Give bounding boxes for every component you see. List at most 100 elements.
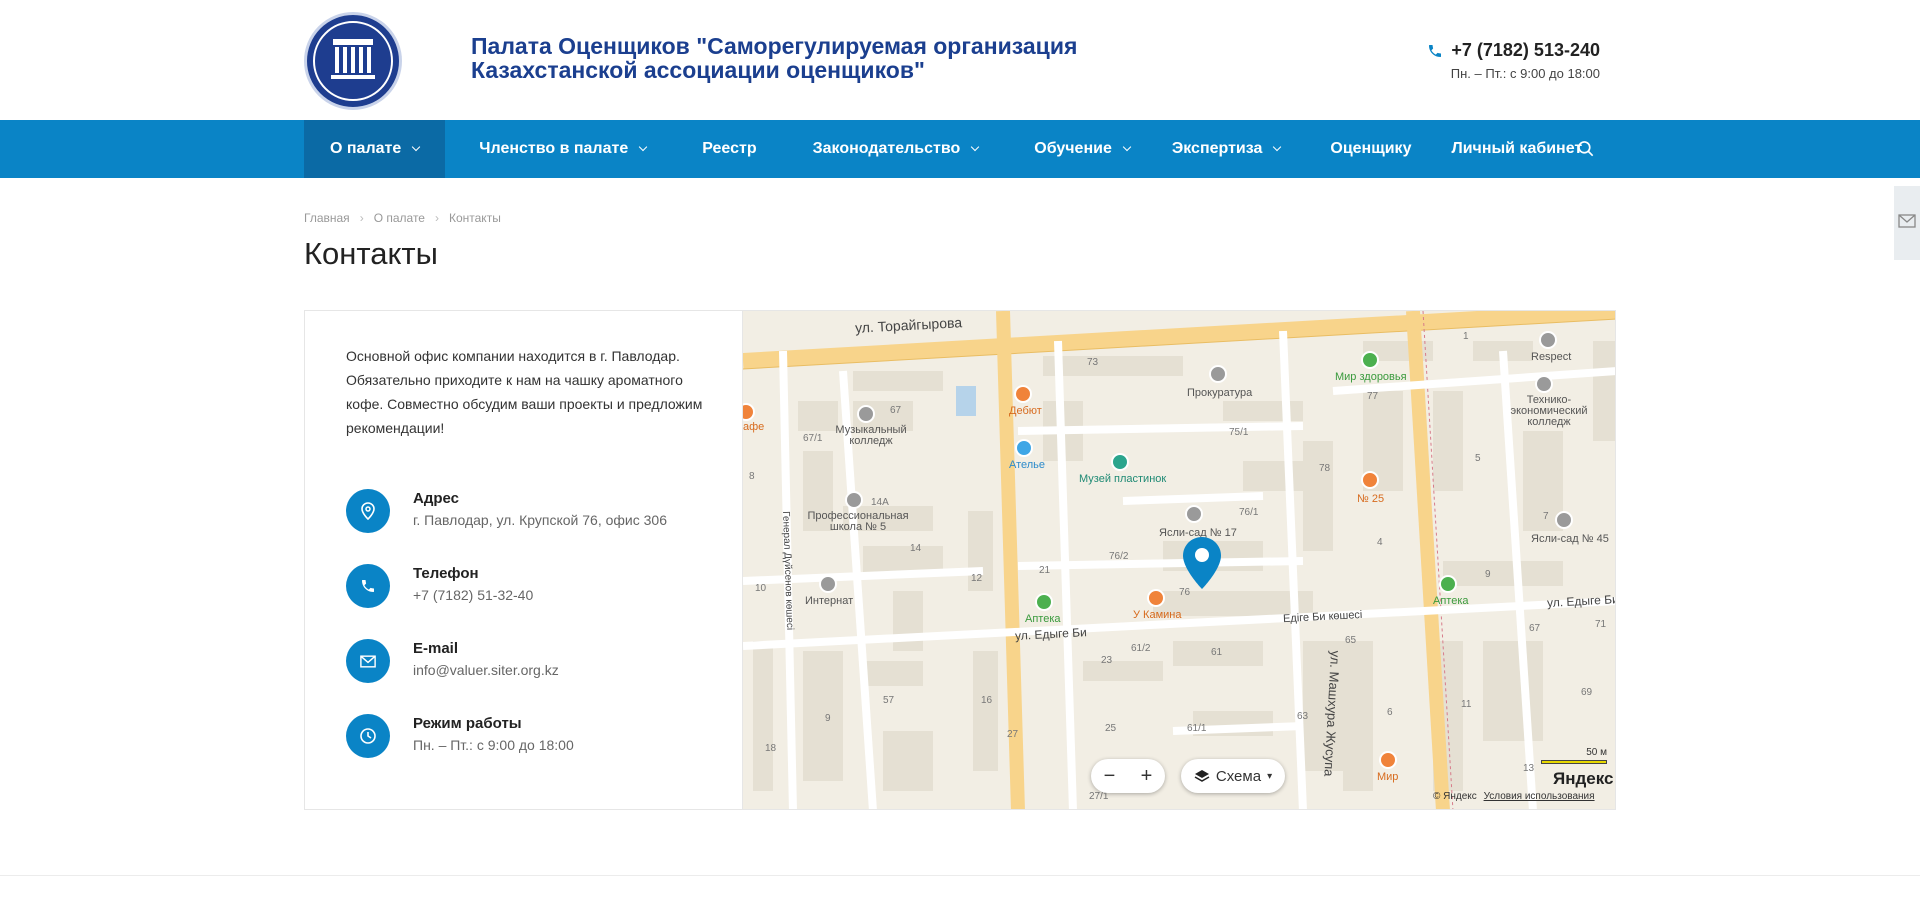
- house-number: 67: [1529, 623, 1541, 634]
- contact-panel: Основной офис компании находится в г. Па…: [304, 310, 744, 810]
- map-layer-label: Схема: [1215, 767, 1262, 785]
- nav-label: Реестр: [702, 140, 757, 157]
- briefcase-icon[interactable]: [1539, 331, 1557, 349]
- kindergarten-icon[interactable]: [1185, 505, 1203, 523]
- header-phone[interactable]: +7 (7182) 513-240: [1451, 40, 1600, 61]
- house-number: 65: [1345, 635, 1357, 646]
- nav-item-for-appraiser[interactable]: Оценщику: [1300, 120, 1431, 178]
- phone-label: Телефон: [413, 565, 479, 582]
- house-number: 76/1: [1239, 507, 1259, 518]
- house-number: 71: [1595, 619, 1607, 630]
- hours-label: Режим работы: [413, 715, 522, 732]
- header-hours: Пн. – Пт.: с 9:00 до 18:00: [1450, 66, 1600, 81]
- yandex-logo[interactable]: Яндекс: [1553, 769, 1613, 789]
- shop-icon[interactable]: [1361, 471, 1379, 489]
- zoom-in-button[interactable]: +: [1132, 765, 1162, 788]
- nav-label: Законодательство: [812, 140, 961, 157]
- museum-icon[interactable]: [1111, 453, 1129, 471]
- address-label: Адрес: [413, 490, 460, 507]
- nav-item-expertise[interactable]: Экспертиза: [1150, 120, 1301, 178]
- house-number: 69: [1581, 687, 1593, 698]
- pharmacy-icon[interactable]: [1439, 575, 1457, 593]
- house-number: 61: [1211, 647, 1223, 658]
- poi-label: Respect: [1531, 351, 1572, 363]
- kindergarten-icon[interactable]: [1555, 511, 1573, 529]
- cafe-icon[interactable]: [1379, 751, 1397, 769]
- address-row: Адрес г. Павлодар, ул. Крупской 76, офис…: [346, 489, 667, 533]
- house-number: 5: [1475, 453, 1481, 464]
- email-label: E-mail: [413, 640, 459, 657]
- phone-value[interactable]: +7 (7182) 51-32-40: [413, 587, 533, 603]
- school-icon[interactable]: [857, 405, 875, 423]
- house-number: 13: [1523, 763, 1535, 774]
- poi-label: Аптека: [1025, 613, 1061, 625]
- address-value: г. Павлодар, ул. Крупской 76, офис 306: [413, 512, 667, 528]
- layers-icon: [1194, 770, 1210, 782]
- house-number: 8: [749, 471, 755, 482]
- house-number: 9: [825, 713, 831, 724]
- scale-label: 50 м: [1586, 747, 1607, 758]
- nav-label: Личный кабинет: [1451, 140, 1583, 157]
- breadcrumb-home[interactable]: Главная: [304, 211, 350, 225]
- chevron-down-icon: [412, 142, 421, 152]
- house-number: 76/2: [1109, 551, 1129, 562]
- terms-link[interactable]: Условия использования: [1484, 791, 1595, 802]
- house-number: 14А: [871, 497, 889, 508]
- poi-label: Аптека: [1433, 595, 1469, 607]
- yandex-map[interactable]: ул. Торайгырова ул. Едыге Би Едіге Би кө…: [742, 310, 1616, 810]
- nav-item-legislation[interactable]: Законодательство: [777, 120, 999, 178]
- house-number: 9: [1485, 569, 1491, 580]
- house-number: 78: [1319, 463, 1331, 474]
- poi-label: Интернат: [805, 595, 854, 607]
- school-icon[interactable]: [819, 575, 837, 593]
- pharmacy-icon[interactable]: [1035, 593, 1053, 611]
- house-number: 10: [755, 583, 767, 594]
- nav-label: Оценщику: [1330, 140, 1412, 157]
- clock-icon: [346, 714, 390, 758]
- nav-item-registry[interactable]: Реестр: [666, 120, 776, 178]
- house-number: 12: [971, 573, 983, 584]
- house-number: 61/2: [1131, 643, 1151, 654]
- shirt-icon[interactable]: [1015, 439, 1033, 457]
- government-icon[interactable]: [1209, 365, 1227, 383]
- chevron-down-icon: [638, 142, 648, 152]
- email-value[interactable]: info@valuer.siter.org.kz: [413, 662, 559, 678]
- chevron-down-icon: [1273, 142, 1282, 152]
- house-number: 4: [1377, 537, 1383, 548]
- zoom-out-button[interactable]: −: [1095, 765, 1125, 788]
- nav-item-membership[interactable]: Членство в палате: [445, 120, 666, 178]
- search-icon[interactable]: [1576, 139, 1596, 159]
- breadcrumb-current: Контакты: [448, 211, 501, 225]
- scale-bar: [1541, 760, 1607, 764]
- poi-label: Прокуратура: [1187, 387, 1253, 399]
- map-layer-button[interactable]: Схема ▾: [1181, 759, 1285, 793]
- nav-item-about[interactable]: О палате: [304, 120, 446, 178]
- header-contacts: +7 (7182) 513-240 Пн. – Пт.: с 9:00 до 1…: [1427, 40, 1600, 81]
- site-logo[interactable]: [304, 12, 402, 110]
- mail-icon: [346, 639, 390, 683]
- school-icon[interactable]: [845, 491, 863, 509]
- nav-item-training[interactable]: Обучение: [998, 120, 1150, 178]
- map-copyright: © Яндекс Условия использования: [1433, 791, 1595, 802]
- side-feedback-tab[interactable]: [1894, 186, 1920, 260]
- nav-label: Членство в палате: [479, 140, 629, 157]
- nav-label: О палате: [330, 140, 402, 157]
- breadcrumb-about[interactable]: О палате: [374, 211, 425, 225]
- breadcrumb-separator-icon: ›: [359, 211, 364, 225]
- school-icon[interactable]: [1535, 375, 1553, 393]
- house-number: 25: [1105, 723, 1117, 734]
- cafe-icon[interactable]: [1147, 589, 1165, 607]
- nav-label: Экспертиза: [1171, 140, 1263, 157]
- poi-label: Технико-экономический колледж: [1510, 394, 1588, 428]
- house-number: 6: [1387, 707, 1393, 718]
- house-number: 67: [890, 405, 902, 416]
- cafe-icon[interactable]: [1014, 385, 1032, 403]
- zoom-controls: − +: [1091, 759, 1165, 793]
- poi-label: № 25: [1357, 493, 1385, 505]
- map-marker-icon[interactable]: [1181, 535, 1223, 591]
- logo-base: [331, 75, 375, 79]
- poi-label: Дебют: [1009, 405, 1042, 417]
- email-row: E-mail info@valuer.siter.org.kz: [346, 639, 559, 683]
- pharmacy-icon[interactable]: [1361, 351, 1379, 369]
- house-number: 7: [1543, 511, 1549, 522]
